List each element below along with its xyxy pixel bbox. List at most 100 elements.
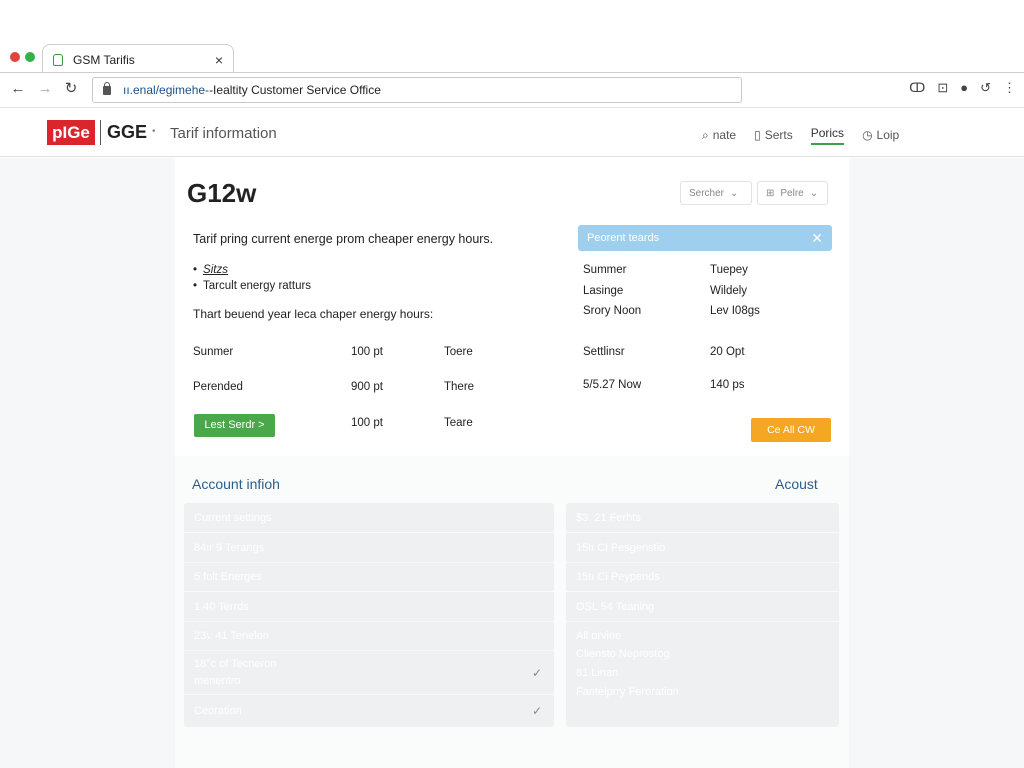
- browser-titlebar: GSM Tarifis ×: [0, 0, 1024, 74]
- account-row[interactable]: 15tı Ci Peypends: [566, 563, 839, 592]
- detail-key: Srory Noon: [583, 305, 642, 317]
- account-info-heading: Account infioh: [192, 476, 280, 492]
- reload-icon[interactable]: ↻: [61, 79, 81, 99]
- maximize-window-dot[interactable]: [25, 52, 35, 62]
- browser-tab[interactable]: GSM Tarifis ×: [42, 44, 234, 74]
- account-row[interactable]: 15tı Cl Pesgenstio: [566, 533, 839, 563]
- account-row-expandable[interactable]: 18°c of Tecneron menentro ✓: [184, 651, 554, 695]
- rate-note: Toere: [444, 346, 473, 358]
- row-label: 5 folt Energes: [194, 571, 262, 583]
- forward-icon[interactable]: →: [35, 79, 55, 99]
- top-nav: ⌕ nate ▯ Serts Porics ◷ Loip: [702, 125, 899, 145]
- url-rest: -Iealtity Customer Service Office: [209, 83, 381, 97]
- window-controls: [10, 52, 35, 62]
- row-label: menentro: [194, 674, 241, 687]
- extension-icon-2[interactable]: ⊡: [937, 80, 948, 96]
- account-row[interactable]: 84ır 9 Terangs: [184, 533, 554, 563]
- close-icon[interactable]: ✕: [811, 230, 823, 247]
- row-label: 84ır 9 Terangs: [194, 541, 265, 554]
- page-title: G12w: [187, 178, 257, 208]
- nav-item-loip[interactable]: ◷ Loip: [862, 125, 899, 145]
- account-row[interactable]: 1.40 Terrds: [184, 592, 554, 622]
- extension-icon-3[interactable]: ●: [960, 80, 968, 96]
- chevron-down-icon: ⌄: [809, 187, 819, 199]
- detail-value: Wildely: [710, 285, 748, 297]
- bullet-text: Tarcult energy ratturs: [203, 280, 312, 292]
- detail-key: Settlinsr: [583, 346, 625, 358]
- account-panel-left: Current settings 84ır 9 Terangs 5 folt E…: [184, 503, 554, 727]
- detail-value: Tuepey: [710, 264, 748, 276]
- nav-label: Serts: [764, 128, 793, 142]
- dropdown-label: Sercher: [689, 187, 725, 199]
- tab-close-icon[interactable]: ×: [215, 52, 223, 68]
- nav-label: nate: [712, 128, 737, 142]
- close-window-dot[interactable]: [10, 52, 20, 62]
- sitzs-link[interactable]: Sitzs: [203, 262, 228, 278]
- detail-value: 20 Opt: [710, 346, 745, 358]
- account-row[interactable]: 23\. 41 Tenelon: [184, 622, 554, 651]
- menu-icon[interactable]: ⋮: [1003, 80, 1016, 96]
- url-prefix: ıı.enal/egimehe-: [123, 83, 210, 97]
- rate-name: Perended: [193, 381, 243, 393]
- account-panel-right: $3. 21 Ferhts 15tı Cl Pesgenstio 15tı Ci…: [566, 503, 839, 727]
- row-label: $3. 21 Ferhts: [576, 511, 641, 524]
- lock-icon: [103, 81, 111, 95]
- account-row[interactable]: Current settings: [184, 503, 554, 533]
- logo[interactable]: pIGe: [47, 120, 95, 145]
- extension-icons: ↀ ⊡ ● ↺ ⋮: [909, 80, 1016, 96]
- account-row[interactable]: $3. 21 Ferhts: [566, 503, 839, 533]
- check-icon: ✓: [531, 704, 542, 718]
- site-header: pIGe GGE • Tarif information ⌕ nate ▯ Se…: [0, 107, 1024, 157]
- lest-serdr-button[interactable]: Lest Serdr >: [194, 414, 275, 437]
- extension-icon-1[interactable]: ↀ: [909, 80, 925, 96]
- pelre-dropdown[interactable]: ⊞ Pelre ⌄: [757, 181, 828, 205]
- account-link[interactable]: Acoust: [775, 476, 818, 492]
- rate-value: 900 pt: [351, 381, 383, 393]
- row-label: Current settings: [194, 511, 272, 524]
- account-detail-line: Cliensto Neprostog: [576, 648, 670, 660]
- header-separator: •: [152, 126, 156, 137]
- extension-icon-4[interactable]: ↺: [980, 80, 991, 96]
- alert-text: Peorent teards: [587, 232, 660, 244]
- row-label: 1.40 Terrds: [194, 600, 249, 613]
- bullet-dot: •: [193, 264, 198, 276]
- bullet-list: • Sitzs • Tarcult energy ratturs: [193, 262, 311, 294]
- nav-item-serts[interactable]: ▯ Serts: [754, 125, 793, 145]
- row-label: OSL 54 Teaning: [576, 600, 655, 613]
- detail-key: Summer: [583, 264, 627, 276]
- nav-label: Loip: [876, 128, 900, 142]
- row-label: 18°c of Tecneron: [194, 657, 277, 670]
- account-detail-line: All orvine: [576, 630, 622, 642]
- nav-label: Porics: [810, 126, 845, 140]
- chevron-down-icon: ⌄: [730, 187, 739, 199]
- account-row[interactable]: OSL 54 Teaning: [566, 592, 839, 622]
- nav-item-nate[interactable]: ⌕ nate: [702, 125, 736, 145]
- sercher-dropdown[interactable]: Sercher ⌄: [680, 181, 752, 205]
- detail-key: 5/5.27 Now: [583, 379, 642, 391]
- rate-value: 100 pt: [351, 417, 383, 429]
- header-title: Tarif information: [170, 125, 277, 142]
- dropdown-label: Pelre: [780, 187, 804, 199]
- bullet-item: • Sitzs: [193, 262, 311, 278]
- bullet-dot: •: [193, 280, 198, 292]
- bullet-item: • Tarcult energy ratturs: [193, 278, 311, 294]
- browser-toolbar: ← → ↻ ıı.enal/egimehe- -Iealtity Customer…: [0, 73, 1024, 107]
- account-row[interactable]: 5 folt Energes: [184, 563, 554, 592]
- detail-value: Lev I08gs: [710, 305, 760, 317]
- row-label: 15tı Cl Pesgenstio: [576, 541, 666, 554]
- call-button[interactable]: Ce All CW: [751, 418, 831, 442]
- lead-text: Tarif pring current energe prom cheaper …: [193, 232, 494, 246]
- brand-name: GGE: [100, 120, 147, 145]
- detail-key: Lasinge: [583, 285, 624, 297]
- account-detail-line: Fantelprry Feroration: [576, 686, 679, 698]
- detail-value: 140 ps: [710, 379, 745, 391]
- account-row-expandable[interactable]: Ceoration ✓: [184, 695, 554, 727]
- rate-name: Sunmer: [193, 346, 234, 358]
- grid-icon: ⊞: [766, 187, 775, 199]
- search-icon: ⌕: [702, 127, 709, 142]
- address-bar[interactable]: ıı.enal/egimehe- -Iealtity Customer Servi…: [92, 77, 742, 103]
- nav-item-porics[interactable]: Porics: [810, 125, 845, 145]
- back-icon[interactable]: ←: [8, 79, 28, 99]
- tab-title: GSM Tarifis: [73, 52, 135, 67]
- rate-value: 100 pt: [351, 346, 383, 358]
